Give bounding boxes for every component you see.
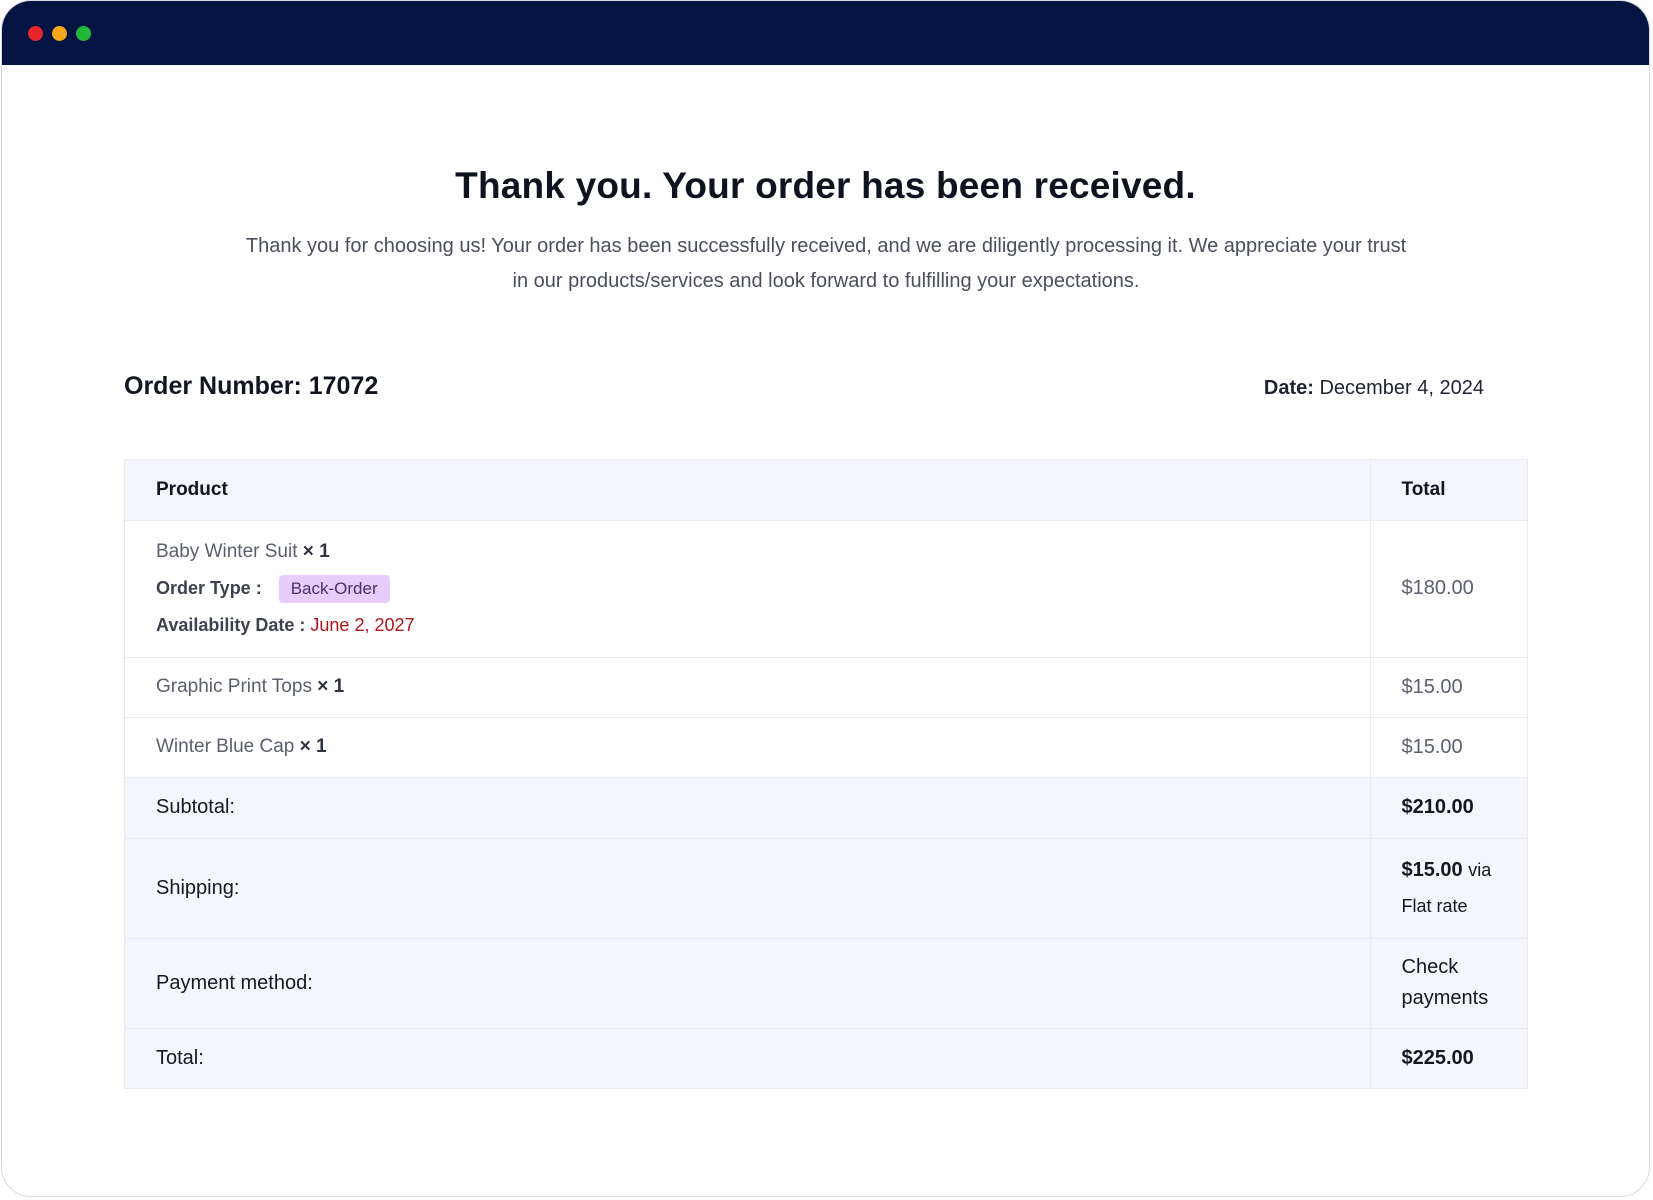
- grand-total-value: $225.00: [1369, 1028, 1527, 1088]
- payment-method-row: Payment method: Check payments: [125, 938, 1527, 1029]
- product-name[interactable]: Baby Winter Suit: [156, 541, 298, 562]
- payment-method-value: Check payments: [1369, 938, 1527, 1029]
- shipping-via: via: [1468, 860, 1492, 880]
- line-total: $15.00: [1369, 657, 1527, 718]
- shipping-label: Shipping:: [125, 838, 1370, 939]
- line-total: $180.00: [1369, 520, 1527, 658]
- subtotal-label: Subtotal:: [125, 777, 1370, 839]
- shipping-method: Flat rate: [1401, 896, 1468, 916]
- intro-text: Thank you for choosing us! Your order ha…: [245, 235, 1407, 292]
- minimize-window-button[interactable]: [52, 26, 67, 41]
- browser-window: Thank you. Your order has been received.…: [1, 0, 1650, 1197]
- shipping-cell: $15.00 via Flat rate: [1369, 838, 1527, 939]
- maximize-window-button[interactable]: [76, 26, 91, 41]
- order-date-value: December 4, 2024: [1319, 377, 1484, 399]
- grand-total-label: Total:: [156, 1046, 204, 1069]
- table-header-row: Product Total: [125, 460, 1527, 521]
- payment-method-label: Payment method:: [125, 938, 1370, 1029]
- availability-date: June 2, 2027: [310, 615, 415, 635]
- order-number: Order Number: 17072: [124, 372, 379, 400]
- grand-total-row: Total: $225.00: [125, 1028, 1527, 1088]
- product-cell: Winter Blue Cap × 1: [125, 717, 1370, 778]
- order-type-label: Order Type :: [156, 578, 262, 598]
- shipping-value: $15.00: [1401, 859, 1463, 881]
- availability-line: Availability Date : June 2, 2027: [156, 615, 1370, 636]
- window-titlebar: [2, 1, 1649, 65]
- close-window-button[interactable]: [28, 26, 43, 41]
- availability-label: Availability Date :: [156, 615, 306, 635]
- product-quantity: × 1: [317, 676, 345, 697]
- subtotal-value: $210.00: [1369, 777, 1527, 839]
- table-row: Baby Winter Suit × 1 Order Type : Back-O…: [125, 520, 1527, 658]
- product-column-header: Product: [125, 460, 1370, 521]
- order-details-table: Product Total Baby Winter Suit × 1 Order…: [124, 459, 1528, 1089]
- product-cell: Baby Winter Suit × 1 Order Type : Back-O…: [125, 520, 1370, 658]
- product-quantity: × 1: [299, 736, 327, 757]
- order-confirmation-page: Thank you. Your order has been received.…: [2, 65, 1649, 1196]
- subtotal-row: Subtotal: $210.00: [125, 777, 1527, 839]
- product-quantity: × 1: [302, 541, 330, 562]
- product-cell: Graphic Print Tops × 1: [125, 657, 1370, 718]
- line-total: $15.00: [1369, 717, 1527, 778]
- order-date: Date: December 4, 2024: [1264, 377, 1484, 400]
- shipping-row: Shipping: $15.00 via Flat rate: [125, 838, 1527, 939]
- product-line: Baby Winter Suit × 1: [156, 541, 1370, 563]
- total-column-header: Total: [1369, 460, 1527, 521]
- product-name[interactable]: Graphic Print Tops: [156, 676, 312, 697]
- page-title: Thank you. Your order has been received.: [455, 165, 1196, 206]
- product-name[interactable]: Winter Blue Cap: [156, 736, 294, 757]
- table-row: Graphic Print Tops × 1 $15.00: [125, 657, 1527, 718]
- table-row: Winter Blue Cap × 1 $15.00: [125, 717, 1527, 778]
- back-order-badge: Back-Order: [278, 575, 390, 603]
- order-type-line: Order Type : Back-Order: [156, 575, 1370, 603]
- order-date-label: Date:: [1263, 377, 1314, 399]
